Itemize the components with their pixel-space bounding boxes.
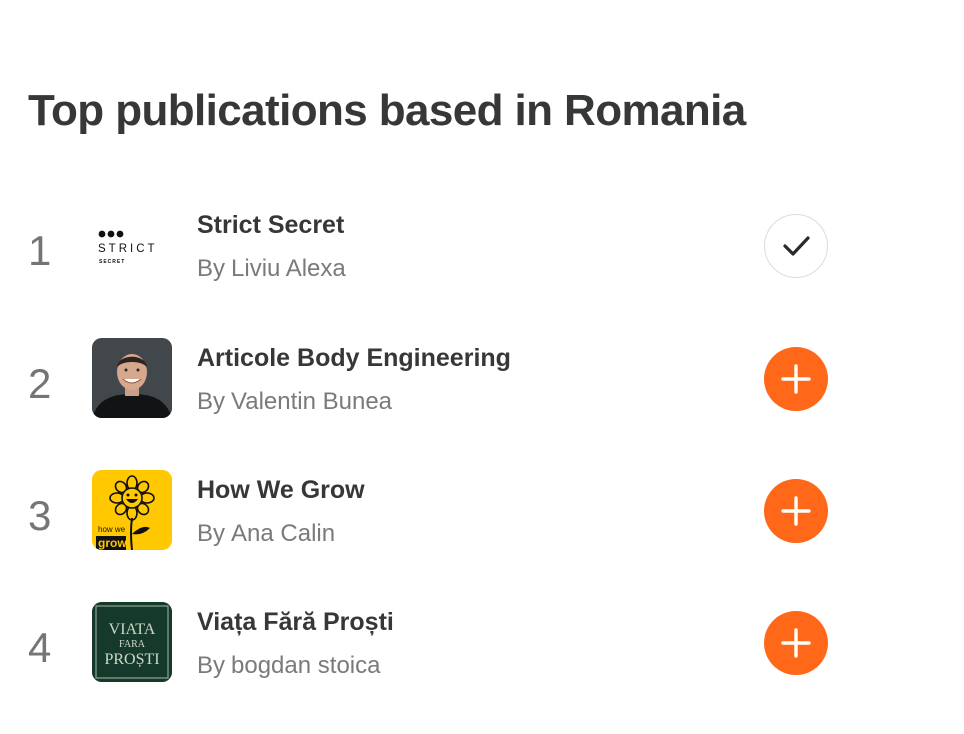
plus-icon [781, 628, 811, 658]
logo-text: SECRET [99, 259, 125, 265]
publication-logo[interactable]: VIATA FARA PROȘTI [92, 602, 172, 682]
publication-name[interactable]: Articole Body Engineering [197, 344, 511, 373]
publication-author: By bogdan stoica [197, 652, 381, 679]
list-item[interactable]: 3 how we grow How We Grow By Ana Calin [0, 470, 964, 554]
publication-name[interactable]: How We Grow [197, 476, 365, 505]
publication-author: By Valentin Bunea [197, 388, 393, 415]
logo-text: VIATA [109, 621, 156, 638]
plus-icon [781, 496, 811, 526]
publication-author: By Liviu Alexa [197, 255, 346, 282]
list-item[interactable]: 4 VIATA FARA PROȘTI Viața Fără Proști By… [0, 602, 964, 686]
logo-text: FARA [119, 639, 146, 650]
subscribe-button[interactable] [764, 479, 828, 543]
logo-text: PROȘTI [104, 651, 159, 668]
publication-author: By Ana Calin [197, 520, 336, 547]
logo-text: STRICT [98, 243, 158, 255]
rank-number: 4 [28, 624, 52, 671]
rank-number: 3 [28, 492, 52, 539]
subscribe-button[interactable] [764, 347, 828, 411]
logo-text: grow [98, 536, 127, 550]
rank-number: 1 [28, 227, 52, 274]
subscribe-button[interactable] [764, 611, 828, 675]
page-title: Top publications based in Romania [28, 86, 746, 135]
list-item[interactable]: 2 Articole Body Engineering By Valentin B… [0, 338, 964, 422]
logo-text: how we [98, 525, 126, 534]
publication-logo[interactable]: STRICT SECRET [92, 205, 172, 285]
publication-logo[interactable] [92, 338, 172, 418]
publication-name[interactable]: Viața Fără Proști [197, 608, 394, 637]
author-photo [92, 338, 172, 418]
list-item[interactable]: 1 STRICT SECRET Strict Secret By Liviu Al… [0, 205, 964, 289]
publication-name[interactable]: Strict Secret [197, 211, 344, 240]
subscribed-button[interactable] [764, 214, 828, 278]
plus-icon [781, 364, 811, 394]
publication-logo[interactable]: how we grow [92, 470, 172, 550]
rank-number: 2 [28, 360, 52, 407]
check-icon [783, 236, 810, 256]
